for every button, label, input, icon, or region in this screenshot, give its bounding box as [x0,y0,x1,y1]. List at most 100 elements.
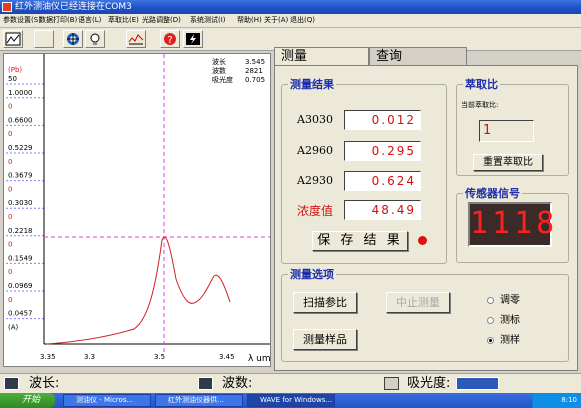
lightning-icon [186,33,200,45]
menu-extract[interactable]: 萃取比(E) [108,14,139,27]
sensor-signal-display: 1118 [468,202,554,247]
radio-sample-dot [487,336,494,344]
lightning-button[interactable] [183,30,203,48]
menu-optics[interactable]: 光路调整(D) [142,14,181,27]
stop-measure-button[interactable]: 中止测量 [386,292,450,313]
menu-help[interactable]: 帮助(H) [237,14,262,27]
tab-strip: 测量 查询 [274,47,578,66]
save-result-button[interactable]: 保 存 结 果 [312,231,408,251]
info-absorbance-value: 0.705 [245,76,266,84]
y-tick-label: 0 [8,130,12,138]
cursor-info: 波长 3.545 波数 2821 吸光度 0.705 [212,58,265,85]
menu-exit[interactable]: 退出(Q) [290,14,315,27]
task-word-doc[interactable]: 测油仪 - Micros... [63,394,151,407]
info-wavelength-label: 波长 [212,58,226,66]
bulb-icon [90,33,100,45]
y-tick-label: (A) [8,323,19,331]
taskbar: 开始 测油仪 - Micros... 红外测油仪器供... WAVE for W… [0,393,581,408]
y-tick-label: 0.1549 [8,254,33,262]
measure-sample-button[interactable]: 测量样品 [293,329,357,350]
clock: 8:10 [561,396,577,404]
chart-icon [5,32,21,46]
spectrum-button[interactable] [126,30,146,48]
absorbance-status-icon [384,377,399,390]
a3030-value: 0.012 [344,110,421,130]
window-title: 红外测油仪已经连接在COM3 [15,2,132,12]
y-tick-label: 0.2218 [8,227,33,235]
sensor-group-title: 传感器信号 [465,187,520,200]
wavelength-status-icon [4,377,19,390]
title-bar: 红外测油仪已经连接在COM3 [0,0,581,14]
radio-zero-dot [487,296,494,304]
concentration-label: 浓度值 [297,204,334,218]
y-tick-label: 1.0000 [8,89,33,97]
x-tick-label: 3.5 [154,353,165,361]
extract-value: 1 [479,120,534,142]
a2960-value: 0.295 [344,141,421,161]
status-indicator [418,236,427,245]
menu-bar: 参数设置(S) 数据打印(B) 语言(L) 萃取比(E) 光路调整(D) 系统测… [0,14,581,28]
radio-zero[interactable]: 调零 [487,295,520,307]
radio-standard[interactable]: 测标 [487,315,520,327]
extract-group-title: 萃取比 [465,78,498,91]
radio-zero-label: 调零 [500,295,520,306]
spectrum-icon [128,34,144,45]
y-tick-label: 50 [8,75,17,83]
scan-reference-button[interactable]: 扫描参比 [293,292,357,313]
absorbance-status: 吸光度: [407,376,451,391]
blank-button[interactable] [34,30,54,48]
radio-sample[interactable]: 测样 [487,335,520,347]
reset-extract-button[interactable]: 重置萃取比 [473,154,543,171]
target-button[interactable] [63,30,83,48]
chart-canvas: (Pb)50 1.0000 0 0.6600 0 0.5229 0 0.3679 0 0.3030… [6,54,270,364]
target-icon [67,33,79,45]
menu-about[interactable]: 关于(A) [264,14,288,27]
radio-sample-label: 测样 [500,335,520,346]
wavenumber-status: 波数: [222,376,253,391]
info-wavenumber-label: 波数 [212,67,226,75]
x-axis-unit: λ um [248,354,270,364]
y-tick-label: 0.3679 [8,172,33,180]
x-tick-label: 3.45 [219,353,235,361]
options-group-title: 测量选项 [290,268,334,281]
concentration-value: 48.49 [344,200,421,220]
current-extract-label: 当前萃取比: [461,101,499,109]
wavelength-status: 波长: [29,376,60,391]
y-tick-label: 0.3030 [8,199,33,207]
y-tick-label: 0 [8,296,12,304]
y-tick-label: 0 [8,185,12,193]
menu-system-test[interactable]: 系统测试(I) [190,14,226,27]
x-tick-label: 3.35 [40,353,56,361]
tab-query[interactable]: 查询 [369,47,467,65]
menu-settings[interactable]: 参数设置(S) [3,14,41,27]
svg-text:?: ? [167,35,172,46]
a2930-label: A2930 [297,174,333,187]
chart-button[interactable] [3,30,23,48]
a2960-label: A2960 [297,144,333,157]
start-button[interactable]: 开始 [0,393,55,408]
y-tick-label: 0 [8,103,12,111]
a3030-label: A3030 [297,113,333,126]
y-tick-label: 0 [8,213,12,221]
a2930-value: 0.624 [344,171,421,191]
info-absorbance-label: 吸光度 [212,76,233,84]
results-group-title: 测量结果 [290,78,334,91]
menu-language[interactable]: 语言(L) [78,14,101,27]
y-tick-label: 0 [8,268,12,276]
y-tick-label: 0.0969 [8,282,33,290]
y-tick-label: 0.5229 [8,144,33,152]
menu-print[interactable]: 数据打印(B) [39,14,77,27]
y-tick-label: 0 [8,241,12,249]
status-bar: 波长: 波数: 吸光度: [0,373,581,394]
info-wavelength-value: 3.545 [245,58,266,66]
spectrum-chart[interactable]: (Pb) 50 1.0000 0 0.6600 0 0.5229 0 0.3679 0 0.3030… [3,53,271,367]
task-wave[interactable]: WAVE for Windows... [247,394,335,407]
ime-indicator[interactable] [456,377,499,390]
help-button[interactable]: ? [160,30,180,48]
tab-measure[interactable]: 测量 [274,47,369,66]
help-icon: ? [164,33,176,46]
bulb-button[interactable] [85,30,105,48]
task-oil-meter[interactable]: 红外测油仪器供... [155,394,243,407]
measure-panel: 测量结果 A3030 0.012 A2960 0.295 A2930 0.624… [274,65,578,371]
spectrum-curve [46,236,231,345]
